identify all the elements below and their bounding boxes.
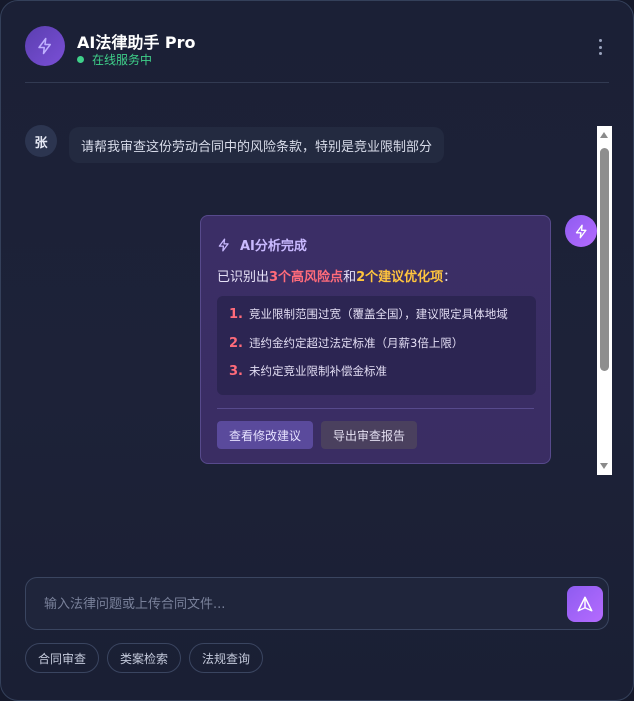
- list-item: 2. 违约金约定超过法定标准（月薪3倍上限）: [229, 335, 463, 351]
- message-input[interactable]: [42, 578, 546, 631]
- ai-card-heading: AI分析完成: [217, 235, 307, 254]
- send-button[interactable]: [567, 586, 603, 622]
- scroll-up-icon[interactable]: [600, 132, 608, 138]
- export-report-button[interactable]: 导出审查报告: [321, 421, 418, 449]
- high-risk-count: 3个高风险点: [269, 270, 344, 285]
- chip-case-search[interactable]: 类案检索: [107, 643, 182, 673]
- item-text: 竞业限制范围过宽（覆盖全国），建议限定具体地域: [249, 307, 508, 321]
- scroll-down-icon[interactable]: [600, 463, 608, 469]
- message-input-box: [25, 577, 609, 631]
- chip-law-lookup[interactable]: 法规查询: [189, 643, 264, 673]
- view-suggestions-button[interactable]: 查看修改建议: [217, 421, 314, 449]
- item-number: 2.: [229, 335, 243, 351]
- user-message: 请帮我审查这份劳动合同中的风险条款，特别是竞业限制部分: [69, 127, 445, 163]
- risk-list: 1. 竞业限制范围过宽（覆盖全国），建议限定具体地域 2. 违约金约定超过法定标…: [217, 296, 536, 395]
- send-icon: [577, 596, 593, 612]
- bolt-icon: [218, 238, 229, 251]
- item-number: 1.: [229, 306, 243, 322]
- summary-prefix: 已识别出: [217, 270, 270, 285]
- status-text: 在线服务中: [92, 53, 153, 67]
- analysis-summary: 已识别出3个高风险点和2个建议优化项：: [217, 266, 456, 285]
- scrollbar[interactable]: [597, 126, 612, 475]
- ai-card-title: AI分析完成: [240, 239, 307, 254]
- status-dot: [77, 56, 84, 63]
- header: AI法律助手 Pro 在线服务中: [25, 25, 609, 83]
- more-vertical-icon[interactable]: [591, 37, 609, 57]
- suggestion-count: 2个建议优化项: [356, 270, 444, 285]
- summary-suffix: ：: [443, 270, 457, 285]
- quick-actions: 合同审查 类案检索 法规查询: [25, 643, 264, 673]
- bolt-icon: [38, 37, 51, 55]
- chip-contract-review[interactable]: 合同审查: [25, 643, 100, 673]
- card-divider: [217, 408, 534, 409]
- ai-avatar: [565, 215, 597, 247]
- online-status: 在线服务中: [77, 51, 152, 68]
- item-text: 违约金约定超过法定标准（月薪3倍上限）: [249, 336, 464, 350]
- app-title: AI法律助手 Pro: [77, 33, 196, 52]
- summary-and: 和: [343, 270, 357, 285]
- item-text: 未约定竞业限制补偿金标准: [249, 364, 387, 378]
- chat-window: AI法律助手 Pro 在线服务中 张 请帮我审查这份劳动合同中的风险条款，特别是…: [0, 0, 634, 701]
- ai-analysis-card: AI分析完成 已识别出3个高风险点和2个建议优化项： 1. 竞业限制范围过宽（覆…: [200, 215, 551, 464]
- logo-avatar: [25, 26, 65, 66]
- user-avatar: 张: [25, 125, 57, 157]
- message-list: 张 请帮我审查这份劳动合同中的风险条款，特别是竞业限制部分 AI分析完成 已识别…: [1, 83, 633, 563]
- list-item: 3. 未约定竞业限制补偿金标准: [229, 363, 387, 379]
- item-number: 3.: [229, 363, 243, 379]
- bolt-icon: [575, 224, 587, 238]
- scroll-thumb[interactable]: [600, 148, 609, 371]
- list-item: 1. 竞业限制范围过宽（覆盖全国），建议限定具体地域: [229, 306, 508, 322]
